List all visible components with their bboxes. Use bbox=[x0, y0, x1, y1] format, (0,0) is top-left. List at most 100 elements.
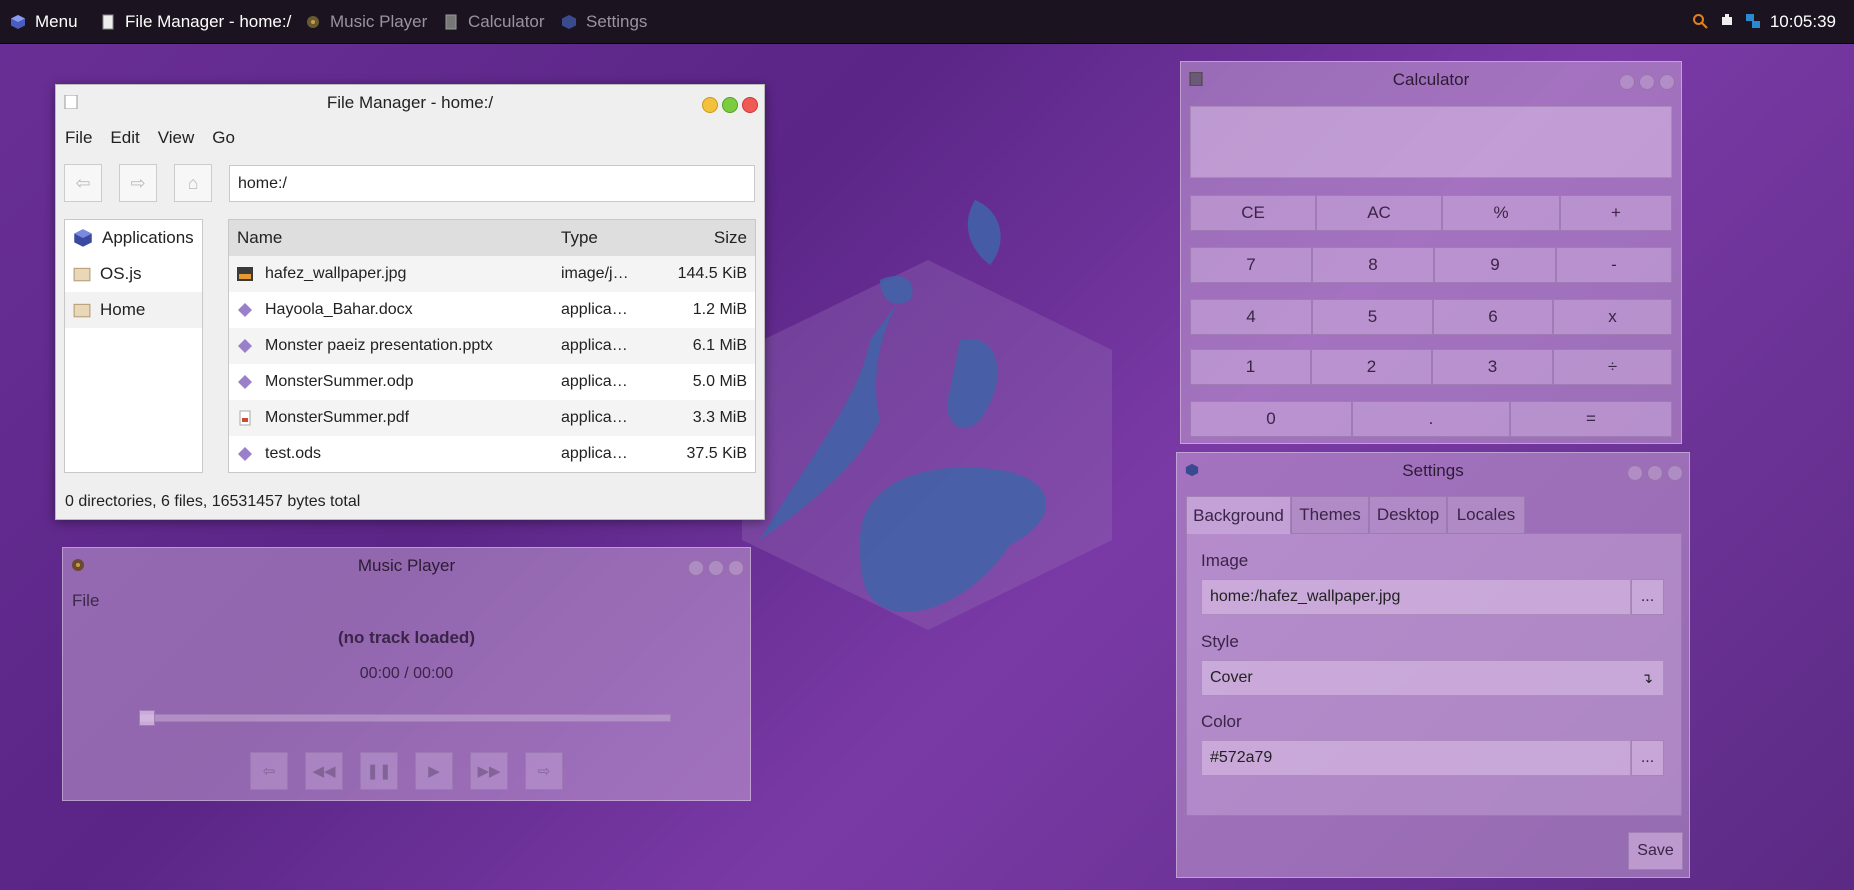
menu-go[interactable]: Go bbox=[203, 123, 244, 153]
color-picker-button[interactable]: ... bbox=[1631, 740, 1664, 776]
percent-button[interactable]: % bbox=[1442, 195, 1560, 231]
task-music-player[interactable]: Music Player bbox=[305, 0, 427, 43]
minimize-button[interactable] bbox=[688, 560, 704, 576]
seven-button[interactable]: 7 bbox=[1190, 247, 1312, 283]
file-row[interactable]: Hayoola_Bahar.docx applica… 1.2 MiB bbox=[229, 292, 755, 328]
top-panel: Menu File Manager - home:/ Music Player … bbox=[0, 0, 1854, 44]
maximize-button[interactable] bbox=[722, 97, 738, 113]
menubar: File Edit View Go bbox=[56, 123, 244, 153]
arrow-right-icon: ⇨ bbox=[537, 763, 551, 780]
network-icon[interactable] bbox=[1745, 13, 1761, 29]
file-row[interactable]: test.ods applica… 37.5 KiB bbox=[229, 436, 755, 472]
style-select[interactable]: Cover ↴ bbox=[1201, 660, 1664, 696]
file-row[interactable]: MonsterSummer.pdf applica… 3.3 MiB bbox=[229, 400, 755, 436]
forward-button[interactable]: ⇨ bbox=[119, 164, 157, 202]
column-type[interactable]: Type bbox=[561, 220, 598, 256]
close-button[interactable] bbox=[728, 560, 744, 576]
image-browse-button[interactable]: ... bbox=[1631, 579, 1664, 615]
titlebar[interactable]: Calculator bbox=[1181, 62, 1681, 98]
sidebar-item-applications[interactable]: Applications bbox=[65, 220, 202, 256]
play-icon: ▶ bbox=[428, 763, 440, 780]
nine-button[interactable]: 9 bbox=[1434, 247, 1556, 283]
six-button[interactable]: 6 bbox=[1433, 299, 1553, 335]
task-settings[interactable]: Settings bbox=[561, 0, 647, 43]
ac-button[interactable]: AC bbox=[1316, 195, 1442, 231]
column-size[interactable]: Size bbox=[714, 220, 747, 256]
menu-file[interactable]: File bbox=[56, 123, 101, 153]
titlebar[interactable]: File Manager - home:/ bbox=[56, 85, 764, 121]
sidebar-item-osjs[interactable]: OS.js bbox=[65, 256, 202, 292]
pause-button[interactable]: ❚❚ bbox=[360, 752, 398, 790]
decimal-button[interactable]: . bbox=[1352, 401, 1510, 437]
close-button[interactable] bbox=[1659, 74, 1675, 90]
titlebar[interactable]: Settings bbox=[1177, 453, 1689, 489]
back-button[interactable]: ⇦ bbox=[64, 164, 102, 202]
file-type: applica… bbox=[561, 337, 628, 354]
divide-button[interactable]: ÷ bbox=[1553, 349, 1672, 385]
home-button[interactable]: ⌂ bbox=[174, 164, 212, 202]
column-name[interactable]: Name bbox=[237, 220, 282, 256]
search-icon[interactable] bbox=[1692, 13, 1708, 29]
document-file-icon bbox=[238, 339, 252, 353]
minimize-button[interactable] bbox=[1619, 74, 1635, 90]
save-button[interactable]: Save bbox=[1628, 832, 1683, 870]
file-row[interactable]: MonsterSummer.odp applica… 5.0 MiB bbox=[229, 364, 755, 400]
close-button[interactable] bbox=[1667, 465, 1683, 481]
five-button[interactable]: 5 bbox=[1312, 299, 1433, 335]
cube-icon bbox=[74, 229, 92, 247]
next-button[interactable]: ⇨ bbox=[525, 752, 563, 790]
minimize-button[interactable] bbox=[702, 97, 718, 113]
maximize-button[interactable] bbox=[708, 560, 724, 576]
tab-desktop[interactable]: Desktop bbox=[1369, 496, 1447, 534]
titlebar[interactable]: Music Player bbox=[63, 548, 750, 584]
file-row[interactable]: hafez_wallpaper.jpg image/j… 144.5 KiB bbox=[229, 256, 755, 292]
minus-button[interactable]: - bbox=[1556, 247, 1672, 283]
one-button[interactable]: 1 bbox=[1190, 349, 1311, 385]
two-button[interactable]: 2 bbox=[1311, 349, 1432, 385]
minimize-button[interactable] bbox=[1627, 465, 1643, 481]
multiply-button[interactable]: x bbox=[1553, 299, 1672, 335]
menubar: File bbox=[63, 586, 108, 616]
four-button[interactable]: 4 bbox=[1190, 299, 1312, 335]
pause-icon: ❚❚ bbox=[366, 763, 392, 780]
seek-track[interactable] bbox=[139, 714, 671, 722]
ce-button[interactable]: CE bbox=[1190, 195, 1316, 231]
zero-button[interactable]: 0 bbox=[1190, 401, 1352, 437]
close-button[interactable] bbox=[742, 97, 758, 113]
rewind-icon: ◀◀ bbox=[312, 763, 336, 780]
fast-forward-button[interactable]: ▶▶ bbox=[470, 752, 508, 790]
plus-button[interactable]: + bbox=[1560, 195, 1672, 231]
file-row[interactable]: Monster paeiz presentation.pptx applica…… bbox=[229, 328, 755, 364]
file-name: hafez_wallpaper.jpg bbox=[265, 265, 407, 282]
equals-button[interactable]: = bbox=[1510, 401, 1672, 437]
maximize-button[interactable] bbox=[1647, 465, 1663, 481]
previous-button[interactable]: ⇦ bbox=[250, 752, 288, 790]
rewind-button[interactable]: ◀◀ bbox=[305, 752, 343, 790]
seek-handle[interactable] bbox=[139, 710, 155, 726]
calculator-window: Calculator CE AC % + 7 8 9 - 4 5 6 x 1 2… bbox=[1180, 61, 1682, 444]
document-file-icon bbox=[238, 447, 252, 461]
tab-background[interactable]: Background bbox=[1186, 496, 1291, 534]
menu-button[interactable]: Menu bbox=[10, 0, 78, 43]
tab-themes[interactable]: Themes bbox=[1291, 496, 1369, 534]
menu-view[interactable]: View bbox=[149, 123, 204, 153]
menu-file[interactable]: File bbox=[63, 586, 108, 616]
task-file-manager[interactable]: File Manager - home:/ bbox=[100, 0, 291, 43]
play-button[interactable]: ▶ bbox=[415, 752, 453, 790]
menu-edit[interactable]: Edit bbox=[101, 123, 148, 153]
path-input[interactable]: home:/ bbox=[229, 165, 755, 202]
calculator-display[interactable] bbox=[1190, 106, 1672, 178]
power-icon[interactable] bbox=[1719, 13, 1735, 29]
file-size: 1.2 MiB bbox=[692, 301, 747, 318]
calculator-icon bbox=[445, 14, 457, 29]
eight-button[interactable]: 8 bbox=[1312, 247, 1434, 283]
image-path-input[interactable]: home:/hafez_wallpaper.jpg bbox=[1201, 579, 1631, 615]
arrow-left-icon: ⇦ bbox=[262, 763, 276, 780]
maximize-button[interactable] bbox=[1639, 74, 1655, 90]
sidebar-item-home[interactable]: Home bbox=[65, 292, 202, 328]
three-button[interactable]: 3 bbox=[1432, 349, 1553, 385]
task-calculator[interactable]: Calculator bbox=[443, 0, 545, 43]
color-input[interactable]: #572a79 bbox=[1201, 740, 1631, 776]
tab-locales[interactable]: Locales bbox=[1447, 496, 1525, 534]
file-list-header: Name Type Size bbox=[229, 220, 755, 256]
